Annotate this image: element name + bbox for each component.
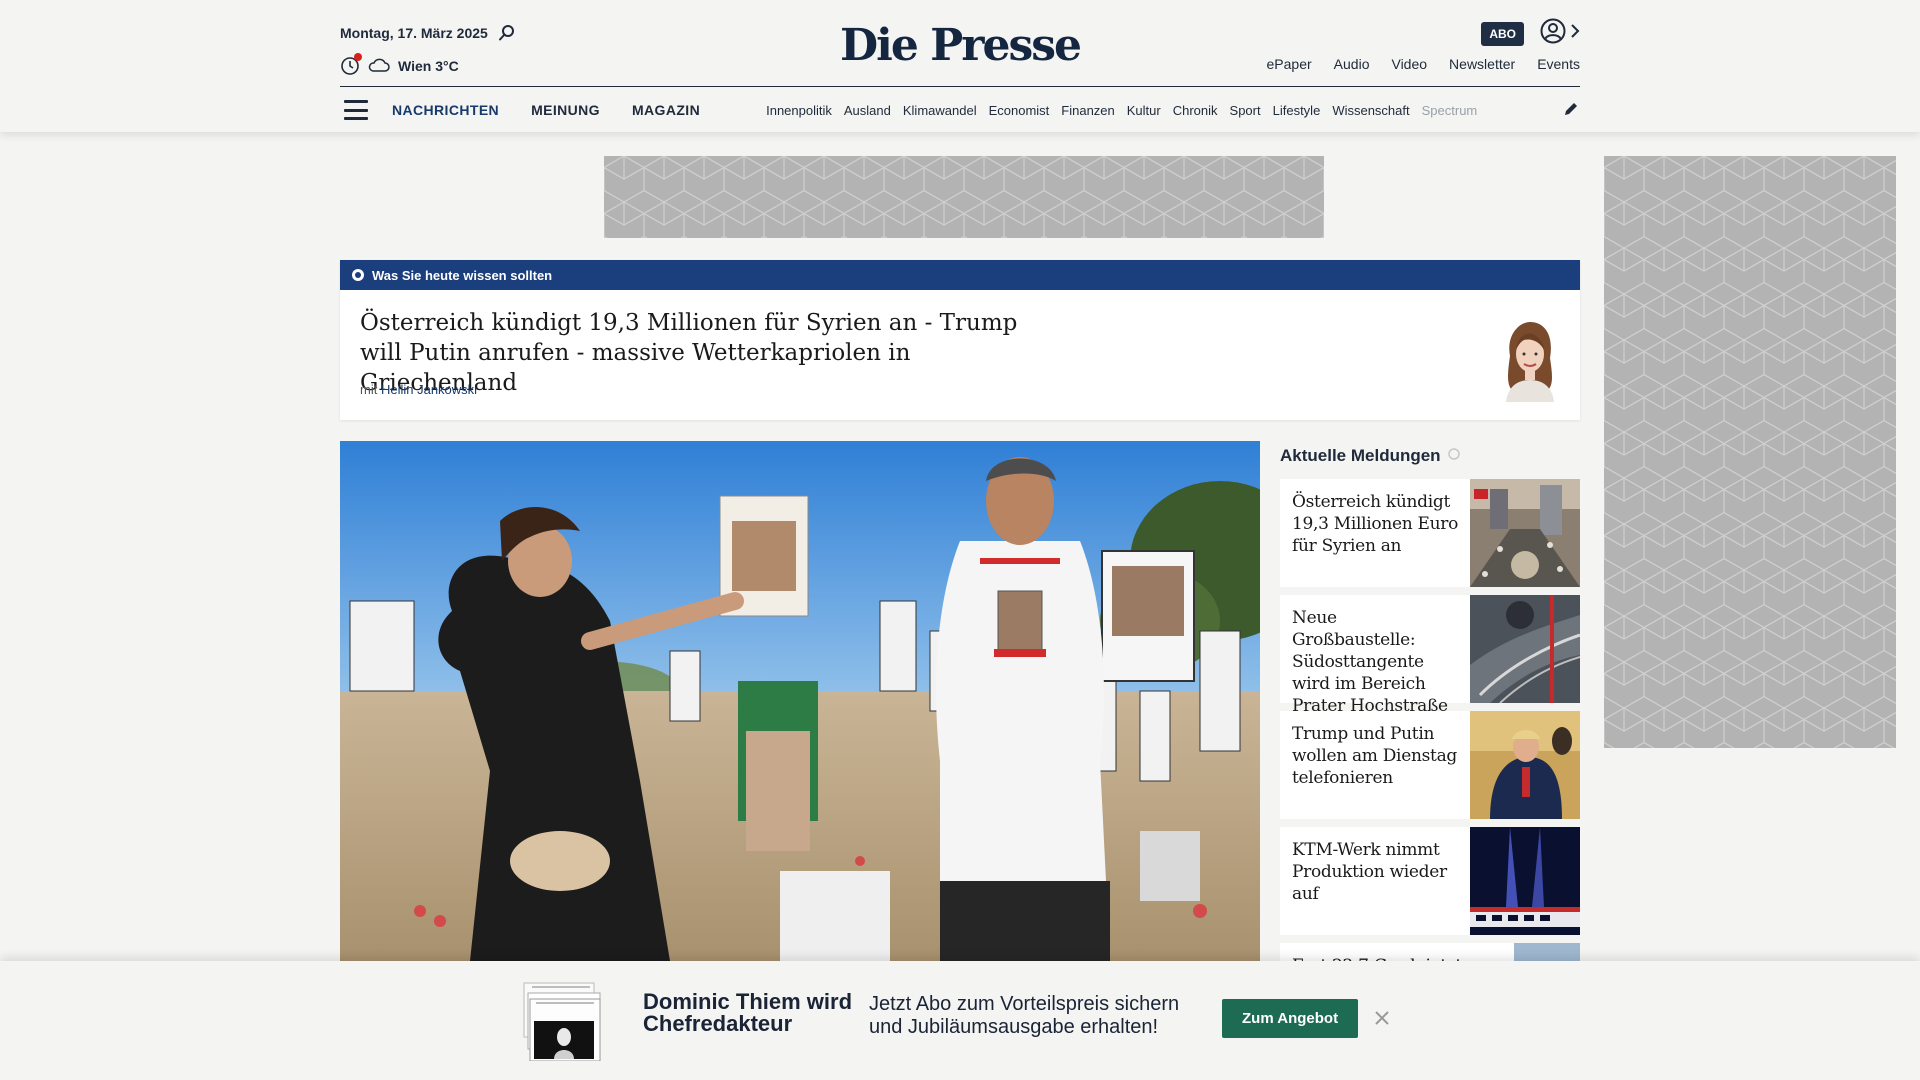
section-nav: NACHRICHTEN MEINUNG MAGAZIN bbox=[392, 102, 700, 118]
site-logo: Die Presse bbox=[0, 20, 1920, 71]
cloud-icon bbox=[368, 58, 390, 75]
weather-label: Wien 3°C bbox=[398, 58, 459, 74]
notification-dot bbox=[354, 53, 362, 61]
close-icon[interactable] bbox=[1372, 1008, 1392, 1028]
ticker-item-headline: KTM-Werk nimmt Produktion wieder auf bbox=[1292, 840, 1447, 904]
search-icon[interactable] bbox=[498, 24, 516, 42]
nav-innenpolitik[interactable]: Innenpolitik bbox=[766, 103, 832, 118]
live-dot-icon bbox=[352, 269, 364, 281]
weather-widget[interactable]: Wien 3°C bbox=[340, 53, 459, 76]
ticker-item[interactable]: Neue Großbaustelle: Südosttangente wird … bbox=[1280, 595, 1580, 738]
nav-divider bbox=[340, 86, 1580, 87]
nav-sport[interactable]: Sport bbox=[1230, 103, 1261, 118]
nav-economist[interactable]: Economist bbox=[989, 103, 1050, 118]
link-audio[interactable]: Audio bbox=[1334, 56, 1370, 72]
menu-icon[interactable] bbox=[344, 100, 368, 120]
offer-button[interactable]: Zum Angebot bbox=[1222, 999, 1359, 1038]
news-ticker: Aktuelle Meldungen Österreich kündigt 19… bbox=[1280, 441, 1580, 1051]
byline-prefix: mit bbox=[360, 382, 378, 397]
hero-photo[interactable] bbox=[340, 441, 1260, 961]
ticker-item-headline: Österreich kündigt 19,3 Millionen Euro f… bbox=[1292, 492, 1459, 556]
account-menu[interactable] bbox=[1540, 18, 1580, 49]
nav-kultur[interactable]: Kultur bbox=[1127, 103, 1161, 118]
briefing-label: Was Sie heute wissen sollten bbox=[372, 267, 553, 283]
link-events[interactable]: Events bbox=[1537, 56, 1580, 72]
ticker-thumbnail bbox=[1470, 479, 1580, 587]
link-newsletter[interactable]: Newsletter bbox=[1449, 56, 1515, 72]
ticker-item[interactable]: KTM-Werk nimmt Produktion wieder auf bbox=[1280, 827, 1580, 935]
user-icon bbox=[1540, 18, 1566, 49]
link-video[interactable]: Video bbox=[1391, 56, 1427, 72]
subscription-promo-bar: Dominic Thiem wird Chefredakteur Jetzt A… bbox=[0, 961, 1920, 1080]
nav-magazin[interactable]: MAGAZIN bbox=[632, 102, 700, 118]
ticker-title: Aktuelle Meldungen bbox=[1280, 446, 1441, 465]
nav-lifestyle[interactable]: Lifestyle bbox=[1273, 103, 1321, 118]
ticker-header[interactable]: Aktuelle Meldungen bbox=[1280, 441, 1580, 471]
moon-clock-icon bbox=[340, 53, 362, 76]
newspaper-stack-image bbox=[523, 982, 601, 1061]
pulse-icon bbox=[1447, 446, 1461, 466]
chevron-right-icon bbox=[1570, 23, 1580, 44]
ticker-item[interactable]: Österreich kündigt 19,3 Millionen Euro f… bbox=[1280, 479, 1580, 587]
link-epaper[interactable]: ePaper bbox=[1267, 56, 1312, 72]
nav-finanzen[interactable]: Finanzen bbox=[1061, 103, 1114, 118]
briefing-byline: mit Hellin Jankowski bbox=[360, 382, 477, 397]
ticker-thumbnail bbox=[1470, 827, 1580, 935]
service-links: ePaper Audio Video Newsletter Events bbox=[1267, 56, 1580, 72]
topic-nav: Innenpolitik Ausland Klimawandel Economi… bbox=[766, 103, 1526, 118]
pencil-icon[interactable] bbox=[1562, 100, 1580, 123]
nav-chronik[interactable]: Chronik bbox=[1173, 103, 1218, 118]
ticker-item-headline: Trump und Putin wollen am Dienstag telef… bbox=[1292, 724, 1457, 788]
promo-text: Jetzt Abo zum Vorteilspreis sichern und … bbox=[869, 993, 1180, 1038]
briefing-label-bar: Was Sie heute wissen sollten bbox=[340, 260, 1580, 290]
account-area: ABO bbox=[1481, 18, 1580, 49]
nav-klimawandel[interactable]: Klimawandel bbox=[903, 103, 977, 118]
abo-button[interactable]: ABO bbox=[1481, 21, 1524, 46]
author-portrait bbox=[1506, 322, 1554, 402]
daily-briefing-card[interactable]: Was Sie heute wissen sollten Österreich … bbox=[340, 260, 1580, 420]
nav-nachrichten[interactable]: NACHRICHTEN bbox=[392, 102, 499, 118]
ad-skyscraper[interactable] bbox=[1604, 156, 1896, 748]
ticker-item[interactable]: Trump und Putin wollen am Dienstag telef… bbox=[1280, 711, 1580, 819]
ticker-thumbnail bbox=[1470, 595, 1580, 703]
nav-spectrum[interactable]: Spectrum bbox=[1422, 103, 1478, 118]
nav-wissenschaft[interactable]: Wissenschaft bbox=[1332, 103, 1409, 118]
logo-link[interactable]: Die Presse bbox=[840, 20, 1082, 71]
main-navigation: NACHRICHTEN MEINUNG MAGAZIN Innenpolitik… bbox=[340, 98, 1580, 122]
date-row: Montag, 17. März 2025 bbox=[340, 24, 516, 42]
author-link[interactable]: Hellin Jankowski bbox=[381, 382, 477, 397]
ad-banner[interactable] bbox=[604, 156, 1324, 238]
promo-headline: Dominic Thiem wird Chefredakteur bbox=[643, 989, 853, 1036]
nav-meinung[interactable]: MEINUNG bbox=[531, 102, 600, 118]
nav-ausland[interactable]: Ausland bbox=[844, 103, 891, 118]
current-date: Montag, 17. März 2025 bbox=[340, 25, 488, 41]
ticker-thumbnail bbox=[1470, 711, 1580, 819]
site-header: Montag, 17. März 2025 Wien 3°C Die Press… bbox=[0, 0, 1920, 132]
